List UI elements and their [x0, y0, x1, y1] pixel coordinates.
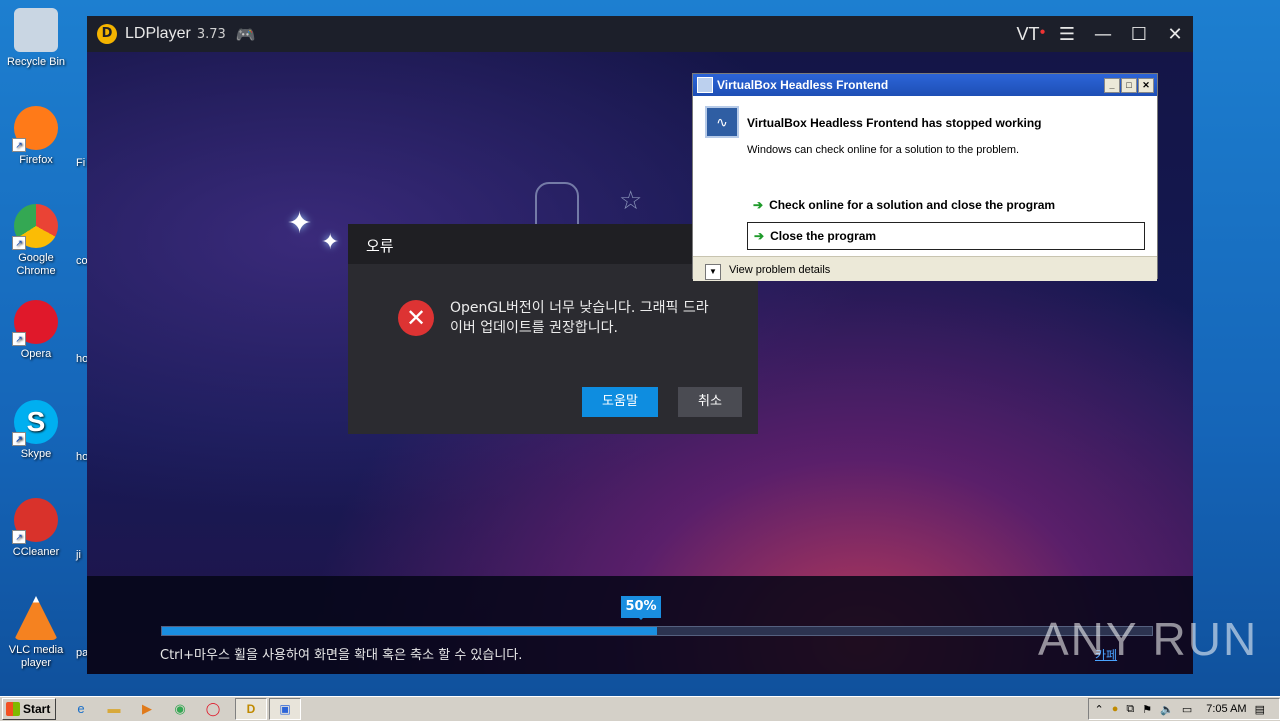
vt-status-button[interactable]: VT●	[1013, 24, 1049, 45]
windows-flag-icon	[6, 702, 20, 716]
progress-track	[161, 626, 1153, 636]
progress-percent: 50%	[621, 596, 661, 620]
recycle-bin-icon	[14, 8, 58, 52]
taskbar-item-ldplayer[interactable]: D	[235, 698, 267, 720]
network-icon[interactable]: ⧉	[1126, 703, 1134, 716]
zoom-hint-text: Ctrl+마우스 휠을 사용하여 화면을 확대 혹은 축소 할 수 있습니다.	[160, 648, 523, 663]
vbox-dialog-footer: ▼ View problem details	[693, 256, 1157, 281]
sparkle-icon: ✦	[321, 230, 340, 255]
firefox-icon: ↗	[12, 106, 58, 152]
minimize-icon[interactable]: —	[1085, 24, 1121, 45]
close-icon[interactable]: ✕	[1138, 77, 1154, 93]
ldplayer-logo-icon: D	[97, 24, 117, 44]
ldplayer-tray-icon[interactable]: ●	[1112, 703, 1119, 715]
vbox-dialog-titlebar[interactable]: VirtualBox Headless Frontend _ □ ✕	[693, 74, 1157, 96]
desktop-icon-label: CCleaner	[12, 546, 60, 558]
desktop-icon-label: Recycle Bin	[6, 56, 66, 68]
vbox-monitor-icon: ∿	[705, 106, 739, 138]
star-outline-icon: ☆	[619, 186, 643, 216]
vt-label: VT	[1016, 23, 1040, 44]
check-online-label: Check online for a solution and close th…	[769, 198, 1056, 212]
check-online-option[interactable]: ➔ Check online for a solution and close t…	[747, 192, 1143, 218]
desktop-icon-label: Google Chrome	[16, 252, 56, 277]
vbox-dialog-title: VirtualBox Headless Frontend	[717, 78, 889, 92]
vbox-crash-dialog: VirtualBox Headless Frontend _ □ ✕ ∿ Vir…	[692, 73, 1158, 281]
vbox-window-icon	[697, 77, 713, 93]
clock[interactable]: 7:05 AM	[1206, 703, 1246, 715]
menu-icon[interactable]: ☰	[1049, 24, 1085, 45]
desktop-icon-chrome[interactable]: ↗ Google Chrome	[4, 204, 68, 278]
shortcut-arrow-icon: ↗	[12, 332, 26, 346]
media-player-icon[interactable]: ▶	[136, 699, 158, 719]
desktop-icon-partial-label: co	[76, 255, 88, 267]
opera-icon[interactable]: ◯	[202, 699, 224, 719]
system-tray: ⌃ ● ⧉ ⚑ 🔈 ▭ 7:05 AM ▤	[1087, 698, 1280, 720]
android-robot-icon	[535, 182, 579, 230]
desktop-icon-ccleaner[interactable]: ↗ CCleaner	[4, 498, 68, 559]
folder-icon[interactable]: ▬	[103, 699, 125, 719]
show-desktop-icon[interactable]: ▤	[1255, 703, 1265, 716]
start-button[interactable]: Start	[2, 698, 56, 720]
skype-icon: S ↗	[12, 400, 58, 446]
ccleaner-icon: ↗	[12, 498, 58, 544]
chrome-icon: ↗	[12, 204, 58, 250]
opera-icon: ↗	[12, 300, 58, 346]
shortcut-arrow-icon: ↗	[12, 530, 26, 544]
shortcut-arrow-icon: ↗	[12, 236, 26, 250]
volume-icon[interactable]: 🔈	[1160, 703, 1174, 716]
desktop-icon-vlc[interactable]: VLC media player	[4, 596, 68, 670]
sparkle-icon: ✦	[287, 206, 313, 241]
ldplayer-titlebar[interactable]: D LDPlayer 3.73 🎮 VT● ☰ — ☐ ✕	[87, 16, 1193, 52]
desktop-icon-label: Skype	[20, 448, 52, 460]
help-button[interactable]: 도움말	[582, 387, 658, 417]
error-x-icon: ✕	[398, 300, 434, 336]
desktop-icon-opera[interactable]: ↗ Opera	[4, 300, 68, 361]
cancel-button[interactable]: 취소	[678, 387, 742, 417]
taskbar-item-vbox-error[interactable]: ▣	[269, 698, 301, 720]
chrome-icon[interactable]: ◉	[169, 699, 191, 719]
desktop-icon-label: Firefox	[19, 154, 53, 166]
chevron-down-icon[interactable]: ▼	[705, 264, 721, 280]
desktop-icon-label: Opera	[20, 348, 52, 360]
vbox-dialog-subtext: Windows can check online for a solution …	[747, 144, 1020, 156]
shortcut-arrow-icon: ↗	[12, 432, 26, 446]
gamepad-icon[interactable]: 🎮	[236, 25, 256, 44]
maximize-icon[interactable]: ☐	[1121, 24, 1157, 45]
close-program-option[interactable]: ➔ Close the program	[747, 222, 1145, 250]
ldplayer-title: LDPlayer	[125, 25, 191, 42]
vlc-icon	[14, 596, 58, 640]
ldplayer-logo-icon: D	[246, 702, 256, 716]
monitor-icon[interactable]: ▭	[1182, 703, 1192, 716]
desktop-icon-partial-label: Fi	[76, 157, 86, 169]
flag-icon[interactable]: ⚑	[1142, 703, 1152, 716]
shortcut-arrow-icon: ↗	[12, 138, 26, 152]
desktop-icon-firefox[interactable]: ↗ Firefox	[4, 106, 68, 167]
taskbar: Start e ▬ ▶ ◉ ◯ D ▣ ⌃ ● ⧉ ⚑ 🔈 ▭ 7:05 AM …	[0, 696, 1280, 721]
progress-fill	[162, 627, 657, 635]
minimize-icon[interactable]: _	[1104, 77, 1120, 93]
ldplayer-version: 3.73	[196, 26, 226, 42]
tray-expand-icon[interactable]: ⌃	[1095, 703, 1104, 716]
maximize-icon[interactable]: □	[1121, 77, 1137, 93]
anyrun-watermark: ANY RUN	[1038, 613, 1259, 665]
close-icon[interactable]: ✕	[1157, 24, 1193, 45]
view-details-label[interactable]: View problem details	[729, 264, 830, 276]
desktop-icon-skype[interactable]: S ↗ Skype	[4, 400, 68, 461]
ie-icon[interactable]: e	[70, 699, 92, 719]
quick-launch: e ▬ ▶ ◉ ◯	[70, 699, 235, 719]
loading-bar-area: 50% Ctrl+마우스 휠을 사용하여 화면을 확대 혹은 축소 할 수 있습…	[87, 576, 1193, 674]
desktop-icon-recycle-bin[interactable]: Recycle Bin	[4, 8, 68, 69]
desktop-icon-label: VLC media player	[8, 644, 64, 669]
close-program-label: Close the program	[770, 229, 877, 243]
start-label: Start	[23, 702, 51, 716]
vt-alert-dot-icon: ●	[1039, 25, 1046, 37]
vbox-dialog-heading: VirtualBox Headless Frontend has stopped…	[747, 116, 1042, 130]
vbox-window-icon: ▣	[279, 702, 291, 716]
vbox-dialog-body: ∿ VirtualBox Headless Frontend has stopp…	[693, 96, 1157, 276]
green-arrow-icon: ➔	[754, 229, 765, 243]
desktop-icon-partial-label: ji	[76, 549, 81, 561]
green-arrow-icon: ➔	[753, 198, 764, 212]
error-message: OpenGL버전이 너무 낮습니다. 그래픽 드라이버 업데이트를 권장합니다.	[450, 300, 709, 336]
